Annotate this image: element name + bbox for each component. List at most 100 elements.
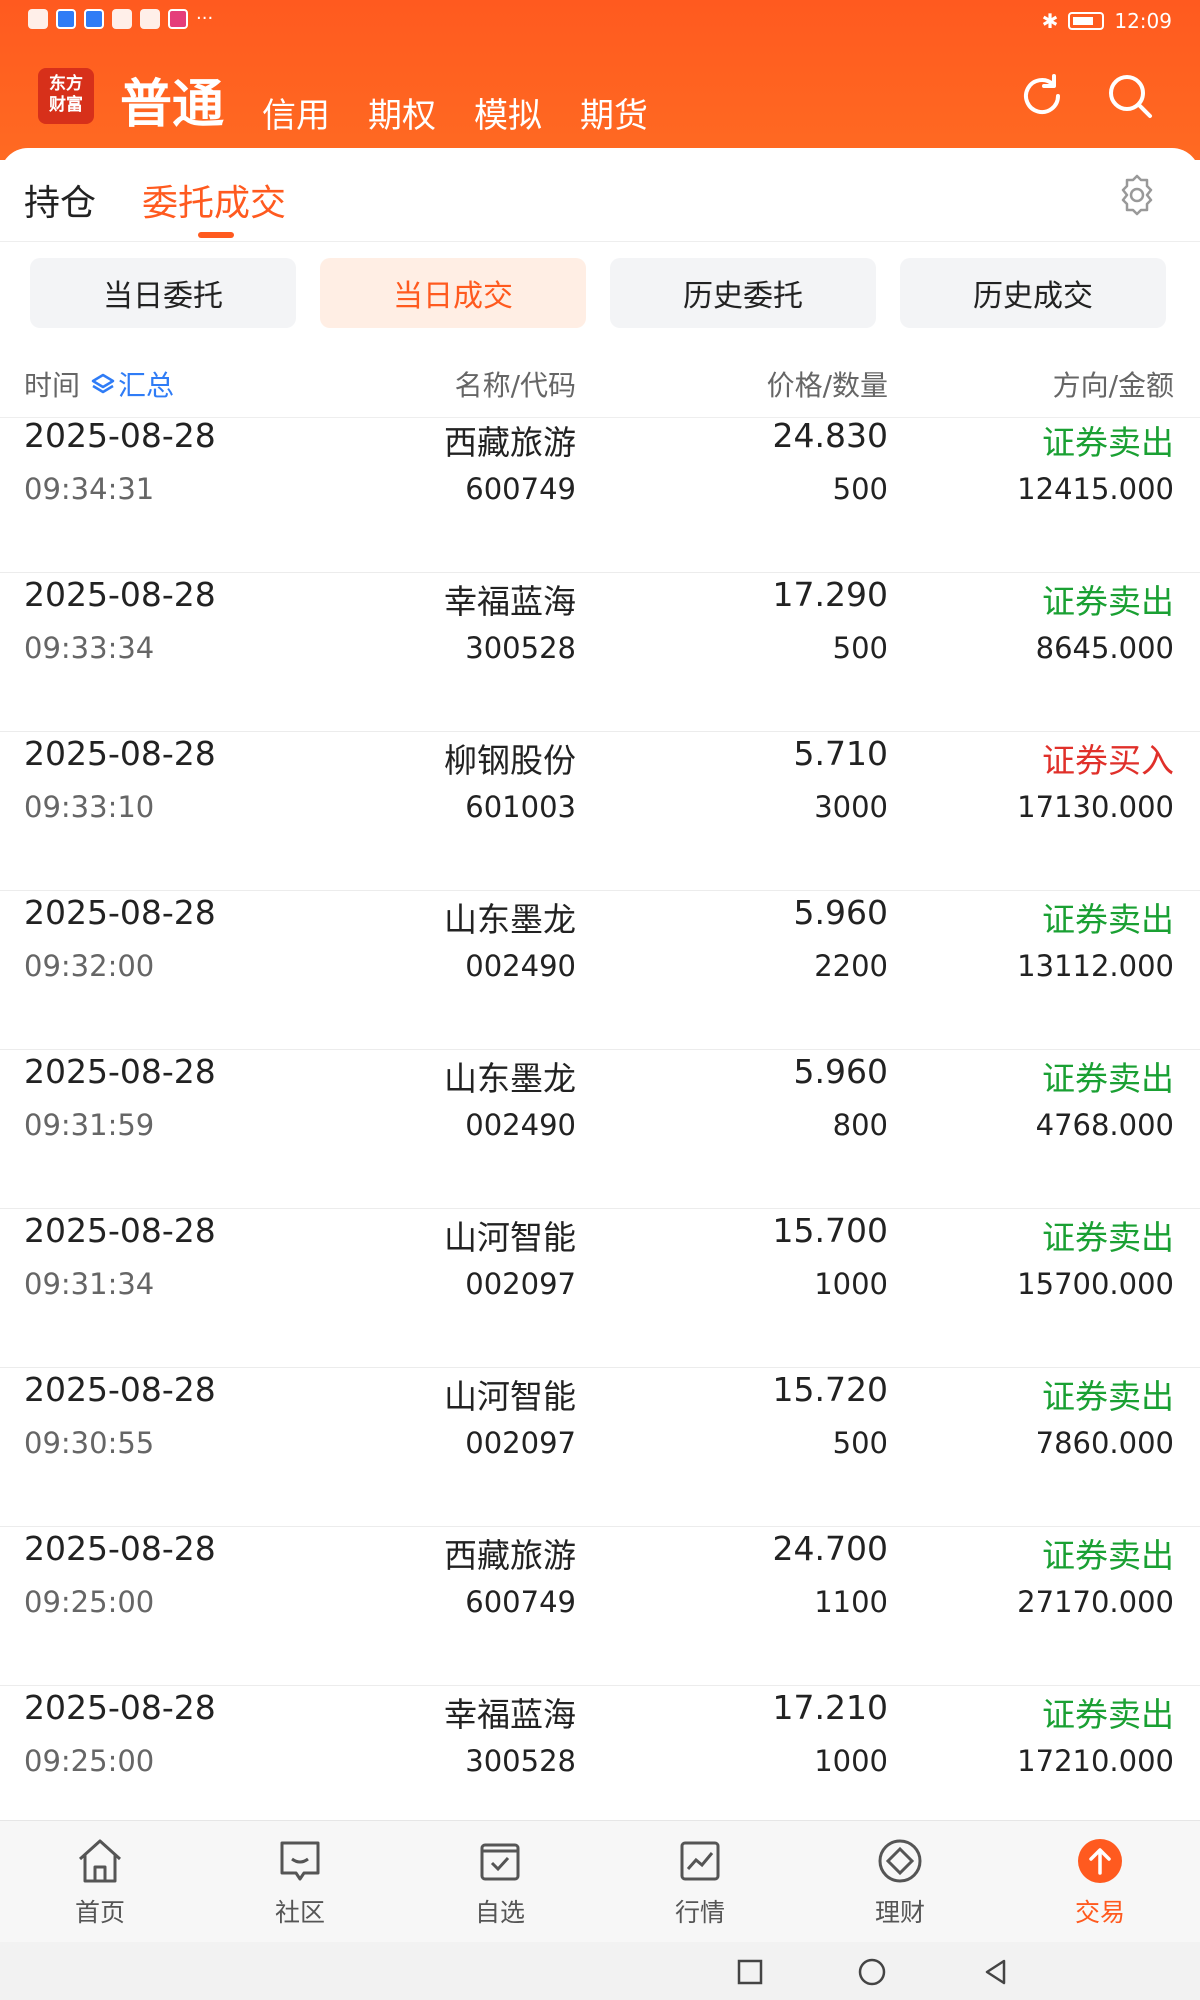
summary-link[interactable]: 汇总 (118, 369, 174, 402)
table-row[interactable]: 2025-08-28 09:32:00 山东墨龙 002490 5.960 22… (0, 891, 1200, 1050)
trade-date: 2025-08-28 (24, 1211, 216, 1250)
recents-icon[interactable] (734, 1956, 766, 1988)
trade-time: 09:30:55 (24, 1426, 155, 1460)
nav-market[interactable]: 行情 (640, 1835, 760, 1929)
trade-price: 24.700 (772, 1529, 888, 1568)
trade-quantity: 500 (832, 631, 888, 665)
trade-amount: 4768.000 (1035, 1108, 1174, 1142)
trade-date: 2025-08-28 (24, 893, 216, 932)
nav-label: 首页 (74, 1898, 125, 1927)
tab-normal[interactable]: 普通 (120, 62, 224, 137)
arrow-up-circle-icon (1078, 1839, 1122, 1883)
table-row[interactable]: 2025-08-28 09:34:31 西藏旅游 600749 24.830 5… (0, 420, 1200, 573)
active-tab-indicator (198, 232, 234, 238)
table-row[interactable]: 2025-08-28 09:25:00 西藏旅游 600749 24.700 1… (0, 1527, 1200, 1686)
tab-futures[interactable]: 期货 (580, 88, 648, 137)
trade-list: 2025-08-28 09:34:31 西藏旅游 600749 24.830 5… (0, 420, 1200, 1818)
app-header: ··· ✱ 12:09 东方 财富 普通 信用 期权 模拟 期货 (0, 0, 1200, 160)
stock-name: 幸福蓝海 (444, 582, 576, 621)
tab-credit[interactable]: 信用 (262, 88, 330, 137)
tab-positions[interactable]: 持仓 (24, 174, 96, 226)
tab-simulation[interactable]: 模拟 (474, 88, 542, 137)
table-row[interactable]: 2025-08-28 09:31:59 山东墨龙 002490 5.960 80… (0, 1050, 1200, 1209)
refresh-icon[interactable] (1016, 70, 1068, 122)
video-app-icon (168, 8, 188, 29)
trade-date: 2025-08-28 (24, 1529, 216, 1568)
trade-time: 09:32:00 (24, 949, 155, 983)
app-logo[interactable]: 东方 财富 (38, 68, 94, 124)
header-time-label: 时间 (24, 369, 81, 402)
diamond-icon (878, 1839, 922, 1883)
trade-price: 15.720 (772, 1370, 888, 1409)
back-icon[interactable] (980, 1956, 1012, 1988)
filter-today-trades[interactable]: 当日成交 (320, 258, 586, 328)
chart-icon (680, 1841, 720, 1881)
sub-tab-bar: 持仓 委托成交 (0, 148, 1200, 242)
filter-history-trades[interactable]: 历史成交 (900, 258, 1166, 328)
trade-quantity: 1000 (814, 1267, 888, 1301)
trade-price: 5.960 (793, 893, 888, 932)
nav-community[interactable]: 社区 (240, 1835, 360, 1929)
trade-quantity: 500 (832, 472, 888, 506)
overflow-indicator: ··· (196, 8, 214, 29)
stock-name: 西藏旅游 (444, 423, 576, 462)
stock-code: 300528 (465, 631, 576, 665)
stock-code: 300528 (465, 1744, 576, 1778)
home-circle-icon[interactable] (856, 1956, 888, 1988)
home-icon (78, 1839, 122, 1883)
trade-direction: 证券卖出 (1042, 1059, 1174, 1098)
date-filter-group: 当日委托 当日成交 历史委托 历史成交 (0, 258, 1200, 338)
nav-watchlist[interactable]: 自选 (440, 1835, 560, 1929)
table-row[interactable]: 2025-08-28 09:31:34 山河智能 002097 15.700 1… (0, 1209, 1200, 1368)
table-row[interactable]: 2025-08-28 09:33:10 柳钢股份 601003 5.710 30… (0, 732, 1200, 891)
nav-home[interactable]: 首页 (40, 1835, 160, 1929)
nav-wealth[interactable]: 理财 (840, 1835, 960, 1929)
layers-icon[interactable] (90, 372, 116, 398)
nav-trade[interactable]: 交易 (1040, 1835, 1160, 1929)
trade-date: 2025-08-28 (24, 1052, 216, 1091)
stock-code: 601003 (465, 790, 576, 824)
trade-amount: 12415.000 (1017, 472, 1174, 506)
logo-text: 财富 (49, 95, 83, 115)
trade-quantity: 3000 (814, 790, 888, 824)
filter-history-orders[interactable]: 历史委托 (610, 258, 876, 328)
gear-icon[interactable] (1114, 172, 1160, 218)
stock-code: 002490 (465, 949, 576, 983)
table-row[interactable]: 2025-08-28 09:33:34 幸福蓝海 300528 17.290 5… (0, 573, 1200, 732)
content-card: 持仓 委托成交 当日委托 当日成交 历史委托 历史成交 时间 汇总 名称/代码 价… (0, 148, 1200, 2000)
stock-code: 002490 (465, 1108, 576, 1142)
account-type-tabs: 普通 信用 期权 模拟 期货 (120, 62, 648, 137)
trade-price: 15.700 (772, 1211, 888, 1250)
stock-name: 山东墨龙 (444, 900, 576, 939)
trade-direction: 证券卖出 (1042, 423, 1174, 462)
trade-time: 09:31:59 (24, 1108, 155, 1142)
trade-price: 5.960 (793, 1052, 888, 1091)
trade-quantity: 1100 (814, 1585, 888, 1619)
header-time: 时间 汇总 (24, 364, 174, 404)
stock-name: 山河智能 (444, 1377, 576, 1416)
table-row[interactable]: 2025-08-28 09:25:00 幸福蓝海 300528 17.210 1… (0, 1686, 1200, 1818)
notification-icons: ··· (28, 8, 213, 29)
header-direction-amount: 方向/金额 (1052, 369, 1174, 402)
filter-today-orders[interactable]: 当日委托 (30, 258, 296, 328)
trade-direction: 证券买入 (1042, 741, 1174, 780)
trade-direction: 证券卖出 (1042, 900, 1174, 939)
trade-date: 2025-08-28 (24, 1370, 216, 1409)
stock-name: 柳钢股份 (444, 741, 576, 780)
trade-direction: 证券卖出 (1042, 1695, 1174, 1734)
trade-date: 2025-08-28 (24, 575, 216, 614)
search-icon[interactable] (1104, 70, 1156, 122)
trade-direction: 证券卖出 (1042, 1218, 1174, 1257)
check-box-icon (480, 1843, 520, 1881)
trade-time: 09:33:10 (24, 790, 155, 824)
trade-date: 2025-08-28 (24, 420, 216, 455)
tab-orders-trades[interactable]: 委托成交 (142, 174, 286, 226)
trade-amount: 17130.000 (1017, 790, 1174, 824)
logo-text: 东方 (49, 74, 83, 94)
table-row[interactable]: 2025-08-28 09:30:55 山河智能 002097 15.720 5… (0, 1368, 1200, 1527)
trade-price: 5.710 (793, 734, 888, 773)
clock: 12:09 (1114, 9, 1172, 33)
tab-options[interactable]: 期权 (368, 88, 436, 137)
stock-code: 600749 (465, 1585, 576, 1619)
trade-price: 24.830 (772, 420, 888, 455)
